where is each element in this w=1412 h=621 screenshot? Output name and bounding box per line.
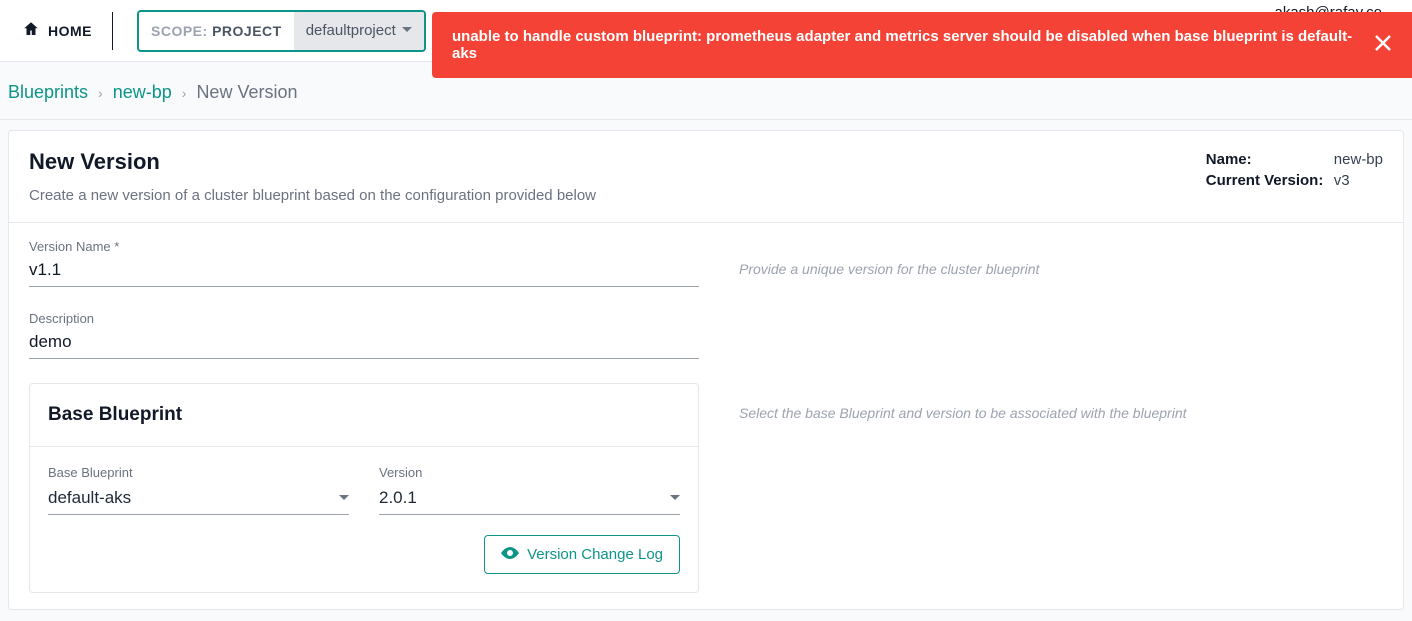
card-body: Version Name * Description Base Blueprin…	[9, 223, 1403, 609]
meta-version-label: Current Version:	[1206, 172, 1326, 189]
card-header: New Version Create a new version of a cl…	[9, 131, 1403, 223]
eye-icon	[501, 546, 519, 563]
new-version-card: New Version Create a new version of a cl…	[8, 130, 1404, 610]
base-version-select[interactable]: 2.0.1	[379, 484, 680, 515]
scope-prefix: SCOPE:	[151, 23, 208, 39]
description-field: Description	[29, 311, 699, 359]
chevron-down-icon	[670, 488, 680, 508]
base-blueprint-select[interactable]: default-aks	[48, 484, 349, 515]
meta-name-value: new-bp	[1334, 151, 1383, 168]
base-version-select-field: Version 2.0.1	[379, 465, 680, 515]
base-blueprint-card-body: Base Blueprint default-aks Version 2.0.1	[30, 447, 698, 592]
base-version-select-label: Version	[379, 465, 680, 480]
version-name-input[interactable]	[29, 256, 699, 287]
description-input[interactable]	[29, 328, 699, 359]
base-blueprint-select-label: Base Blueprint	[48, 465, 349, 480]
scope-value-text: defaultproject	[306, 22, 396, 39]
error-banner: unable to handle custom blueprint: prome…	[432, 12, 1412, 78]
base-blueprint-card-header: Base Blueprint	[30, 384, 698, 447]
description-label: Description	[29, 311, 699, 326]
hint-column: Provide a unique version for the cluster…	[739, 239, 1383, 593]
breadcrumb-sep: ›	[182, 85, 187, 101]
breadcrumb-new-bp[interactable]: new-bp	[113, 82, 172, 103]
scope-label: SCOPE: PROJECT	[139, 23, 294, 39]
base-version-select-value: 2.0.1	[379, 488, 417, 508]
card-title: New Version	[29, 149, 596, 175]
changelog-row: Version Change Log	[48, 535, 680, 574]
card-meta: Name: new-bp Current Version: v3	[1206, 149, 1383, 193]
topbar-divider	[112, 12, 113, 50]
base-blueprint-hint: Select the base Blueprint and version to…	[739, 405, 1383, 421]
breadcrumb-blueprints[interactable]: Blueprints	[8, 82, 88, 103]
home-icon	[22, 20, 40, 41]
home-label: HOME	[48, 23, 92, 39]
version-name-hint: Provide a unique version for the cluster…	[739, 261, 1383, 277]
form-column: Version Name * Description Base Blueprin…	[29, 239, 699, 593]
version-name-field: Version Name *	[29, 239, 699, 287]
card-subtitle: Create a new version of a cluster bluepr…	[29, 187, 596, 204]
scope-kind: PROJECT	[212, 23, 282, 39]
base-blueprint-select-value: default-aks	[48, 488, 131, 508]
base-blueprint-card-title: Base Blueprint	[48, 404, 680, 426]
version-change-log-label: Version Change Log	[527, 546, 663, 563]
version-name-label: Version Name *	[29, 239, 699, 254]
breadcrumb-current: New Version	[196, 82, 297, 103]
meta-version-value: v3	[1334, 172, 1350, 189]
home-button[interactable]: HOME	[12, 14, 102, 47]
close-icon	[1374, 34, 1392, 56]
scope-selector[interactable]: SCOPE: PROJECT defaultproject	[137, 10, 426, 52]
error-message: unable to handle custom blueprint: prome…	[452, 28, 1374, 62]
version-change-log-button[interactable]: Version Change Log	[484, 535, 680, 574]
base-blueprint-selects: Base Blueprint default-aks Version 2.0.1	[48, 465, 680, 515]
breadcrumb-sep: ›	[98, 85, 103, 101]
chevron-down-icon	[339, 488, 349, 508]
close-error-button[interactable]	[1374, 34, 1392, 56]
base-blueprint-select-field: Base Blueprint default-aks	[48, 465, 349, 515]
scope-value[interactable]: defaultproject	[294, 12, 424, 50]
meta-name-label: Name:	[1206, 151, 1326, 168]
chevron-down-icon	[402, 22, 412, 39]
base-blueprint-card: Base Blueprint Base Blueprint default-ak…	[29, 383, 699, 593]
